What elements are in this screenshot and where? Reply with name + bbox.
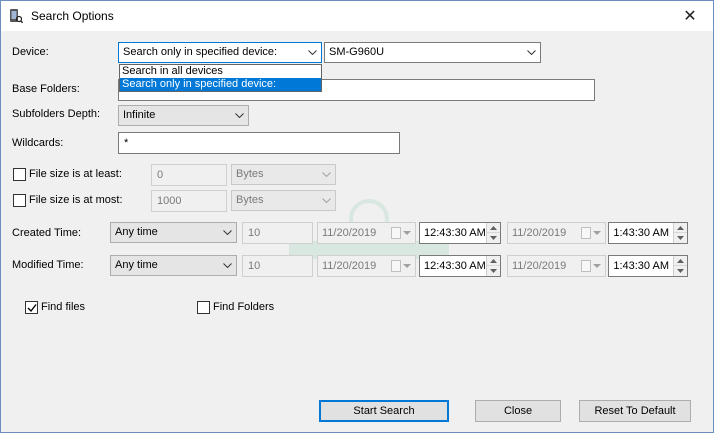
chevron-down-icon (526, 43, 536, 62)
created-to-date-picker[interactable]: 11/20/2019 (507, 222, 606, 244)
chevron-down-icon (321, 191, 331, 210)
modified-to-time: 1:43:30 AM (613, 260, 669, 272)
dropdown-option-all-devices[interactable]: Search in all devices (120, 65, 321, 78)
spin-up-icon[interactable] (487, 223, 500, 233)
calendar-icon (391, 260, 401, 272)
modified-to-date: 11/20/2019 (512, 260, 567, 272)
modified-from-time: 12:43:30 AM (424, 260, 486, 272)
find-files-label: Find files (41, 301, 86, 313)
size-at-least-checkbox[interactable] (13, 168, 26, 181)
chevron-down-icon (222, 223, 232, 242)
phone-search-icon (9, 8, 24, 24)
title-bar: Search Options ✕ (1, 1, 713, 31)
checkmark-icon (27, 304, 37, 313)
size-at-most-checkbox[interactable] (13, 194, 26, 207)
chevron-down-icon (403, 256, 411, 276)
created-to-time: 1:43:30 AM (613, 227, 669, 239)
start-search-button[interactable]: Start Search (319, 400, 449, 422)
device-label: Device: (12, 46, 49, 58)
size-at-least-unit: Bytes (236, 168, 264, 180)
subfolders-depth-select[interactable]: Infinite (118, 105, 249, 126)
chevron-down-icon (307, 43, 317, 62)
spin-up-icon[interactable] (487, 256, 500, 266)
calendar-icon (391, 227, 401, 239)
device-value: SM-G960U (329, 46, 385, 58)
modified-time-range-select[interactable]: Any time (110, 255, 237, 276)
close-button[interactable]: Close (475, 400, 561, 422)
size-at-most-unit: Bytes (236, 194, 264, 206)
wildcards-label: Wildcards: (12, 137, 64, 149)
subfolders-depth-value: Infinite (123, 109, 156, 121)
modified-time-amount-input[interactable]: 10 (242, 255, 313, 277)
spin-down-icon[interactable] (674, 266, 687, 276)
calendar-icon (581, 227, 591, 239)
close-icon[interactable]: ✕ (667, 1, 713, 31)
created-to-time-picker[interactable]: 1:43:30 AM (608, 222, 688, 244)
find-files-checkbox[interactable] (25, 301, 38, 314)
modified-to-date-picker[interactable]: 11/20/2019 (507, 255, 606, 277)
modified-to-time-picker[interactable]: 1:43:30 AM (608, 255, 688, 277)
dropdown-option-specified-device[interactable]: Search only in specified device: (120, 78, 321, 91)
base-folders-label: Base Folders: (12, 83, 80, 95)
reset-to-default-button[interactable]: Reset To Default (579, 400, 691, 422)
created-time-range: Any time (115, 226, 158, 238)
created-from-date: 11/20/2019 (322, 227, 377, 239)
modified-from-time-picker[interactable]: 12:43:30 AM (419, 255, 501, 277)
wildcards-input[interactable]: * (118, 132, 400, 154)
size-at-most-input[interactable]: 1000 (151, 190, 227, 212)
created-from-time: 12:43:30 AM (424, 227, 486, 239)
search-options-dialog: Search Options ✕ Device: Search only in … (0, 0, 714, 433)
modified-time-range: Any time (115, 259, 158, 271)
created-from-date-picker[interactable]: 11/20/2019 (317, 222, 416, 244)
subfolders-depth-label: Subfolders Depth: (12, 108, 101, 120)
device-mode-select[interactable]: Search only in specified device: (118, 42, 322, 63)
spin-down-icon[interactable] (487, 233, 500, 243)
spin-up-icon[interactable] (674, 256, 687, 266)
chevron-down-icon (593, 256, 601, 276)
created-from-time-spinner[interactable] (486, 223, 500, 243)
modified-from-date-picker[interactable]: 11/20/2019 (317, 255, 416, 277)
chevron-down-icon (234, 106, 244, 125)
device-mode-value: Search only in specified device: (123, 46, 278, 58)
device-mode-dropdown-list: Search in all devices Search only in spe… (119, 64, 322, 92)
modified-from-time-spinner[interactable] (486, 256, 500, 276)
spin-down-icon[interactable] (487, 266, 500, 276)
modified-time-label: Modified Time: (12, 259, 84, 271)
chevron-down-icon (403, 223, 411, 243)
created-from-time-picker[interactable]: 12:43:30 AM (419, 222, 501, 244)
spin-up-icon[interactable] (674, 223, 687, 233)
chevron-down-icon (321, 165, 331, 184)
device-select[interactable]: SM-G960U (324, 42, 541, 63)
spin-down-icon[interactable] (674, 233, 687, 243)
created-to-date: 11/20/2019 (512, 227, 567, 239)
size-at-least-unit-select[interactable]: Bytes (231, 164, 336, 185)
size-at-most-label: File size is at most: (29, 194, 123, 206)
find-folders-checkbox[interactable] (197, 301, 210, 314)
window-title: Search Options (31, 9, 114, 23)
calendar-icon (581, 260, 591, 272)
modified-to-time-spinner[interactable] (673, 256, 687, 276)
created-time-range-select[interactable]: Any time (110, 222, 237, 243)
created-time-amount-input[interactable]: 10 (242, 222, 313, 244)
size-at-least-input[interactable]: 0 (151, 164, 227, 186)
created-time-label: Created Time: (12, 227, 82, 239)
modified-from-date: 11/20/2019 (322, 260, 377, 272)
created-to-time-spinner[interactable] (673, 223, 687, 243)
size-at-least-label: File size is at least: (29, 168, 122, 180)
size-at-most-unit-select[interactable]: Bytes (231, 190, 336, 211)
chevron-down-icon (222, 256, 232, 275)
chevron-down-icon (593, 223, 601, 243)
find-folders-label: Find Folders (213, 301, 275, 313)
